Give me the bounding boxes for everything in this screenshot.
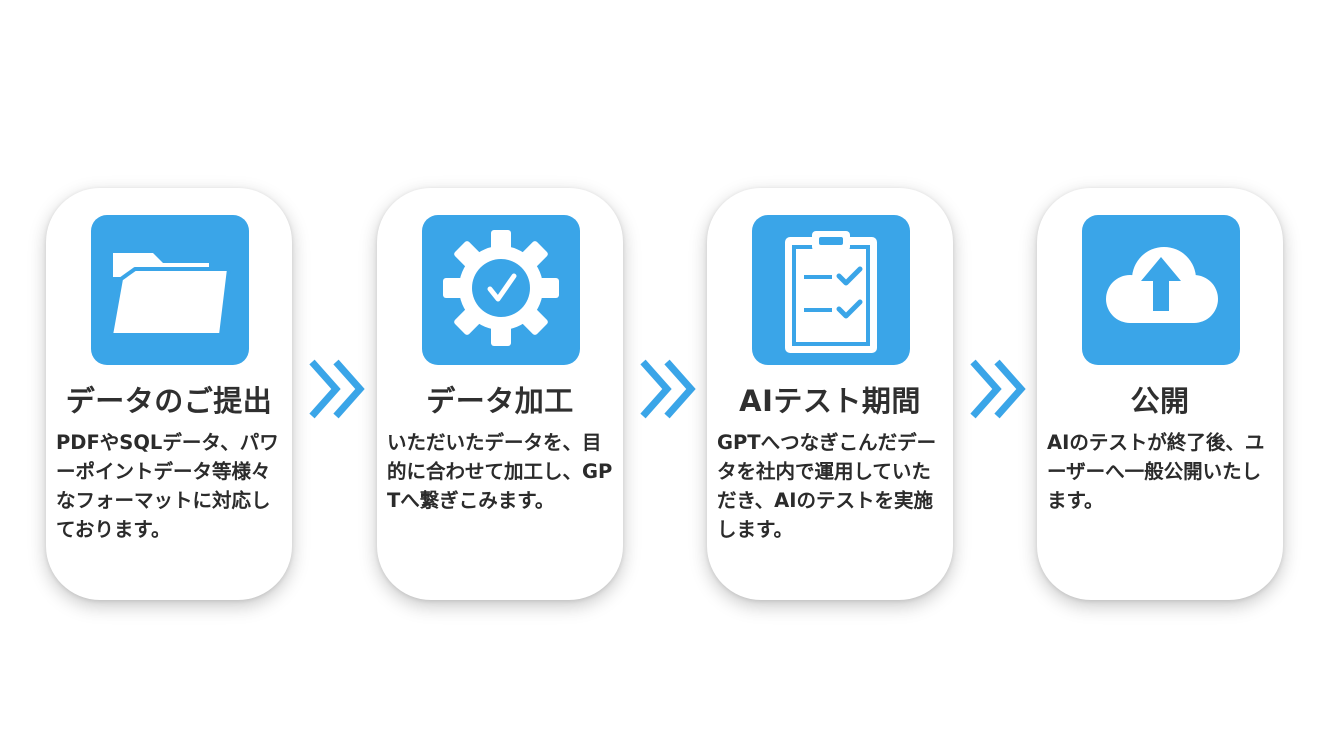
- step-title: データ加工: [426, 384, 574, 418]
- clipboard-checklist-icon: [752, 215, 910, 365]
- step-card-2: データ加工 いただいたデータを、目的に合わせて加工し、GPTへ繋ぎこみます。: [377, 188, 623, 600]
- double-chevron-right-icon: [967, 356, 1029, 422]
- double-chevron-right-icon: [306, 356, 368, 422]
- step-title: データのご提出: [65, 384, 273, 418]
- gear-check-icon: [422, 215, 580, 365]
- step-description: GPTへつなぎこんだデータを社内で運用していただき、AIのテストを実施します。: [717, 431, 937, 541]
- step-description: いただいたデータを、目的に合わせて加工し、GPTへ繋ぎこみます。: [387, 431, 613, 512]
- step-card-1: データのご提出 PDFやSQLデータ、パワーポイントデータ等様々なフォーマットに…: [46, 188, 292, 600]
- step-card-3: AIテスト期間 GPTへつなぎこんだデータを社内で運用していただき、AIのテスト…: [707, 188, 953, 600]
- folder-icon: [91, 215, 249, 365]
- step-card-4: 公開 AIのテストが終了後、ユーザーへ一般公開いたします。: [1037, 188, 1283, 600]
- step-title: AIテスト期間: [739, 384, 921, 418]
- step-description: PDFやSQLデータ、パワーポイントデータ等様々なフォーマットに対応しております…: [56, 431, 279, 541]
- step-description: AIのテストが終了後、ユーザーへ一般公開いたします。: [1047, 431, 1265, 512]
- step-title: 公開: [1130, 384, 1190, 418]
- cloud-upload-icon: [1082, 215, 1240, 365]
- double-chevron-right-icon: [637, 356, 699, 422]
